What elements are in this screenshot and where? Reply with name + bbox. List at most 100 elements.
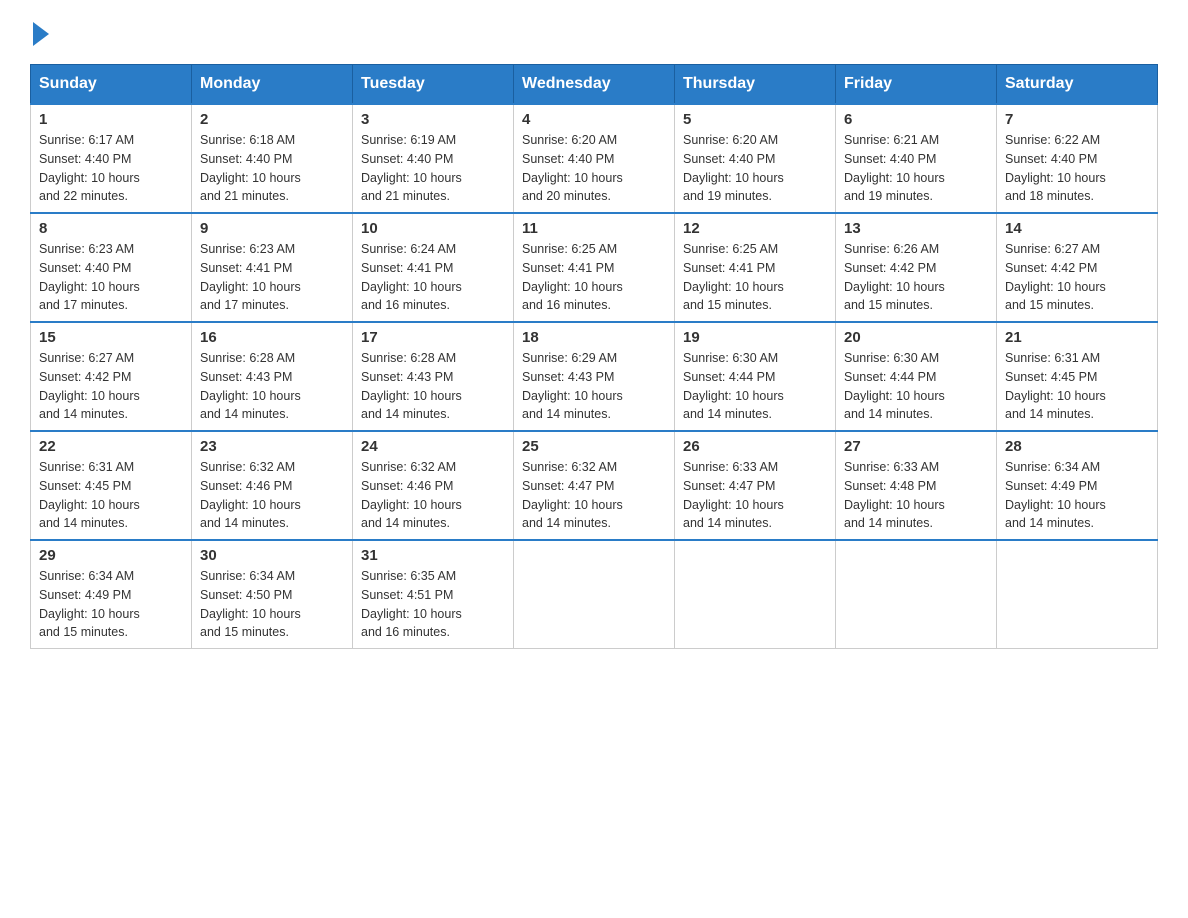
calendar-cell: 25 Sunrise: 6:32 AMSunset: 4:47 PMDaylig… <box>514 431 675 540</box>
calendar-cell: 1 Sunrise: 6:17 AMSunset: 4:40 PMDayligh… <box>31 104 192 213</box>
day-info: Sunrise: 6:35 AMSunset: 4:51 PMDaylight:… <box>361 567 505 642</box>
day-info: Sunrise: 6:32 AMSunset: 4:46 PMDaylight:… <box>200 458 344 533</box>
calendar-cell: 28 Sunrise: 6:34 AMSunset: 4:49 PMDaylig… <box>997 431 1158 540</box>
day-number: 5 <box>683 111 827 128</box>
day-info: Sunrise: 6:28 AMSunset: 4:43 PMDaylight:… <box>361 349 505 424</box>
calendar-cell: 13 Sunrise: 6:26 AMSunset: 4:42 PMDaylig… <box>836 213 997 322</box>
week-row-4: 22 Sunrise: 6:31 AMSunset: 4:45 PMDaylig… <box>31 431 1158 540</box>
week-row-3: 15 Sunrise: 6:27 AMSunset: 4:42 PMDaylig… <box>31 322 1158 431</box>
calendar-cell: 18 Sunrise: 6:29 AMSunset: 4:43 PMDaylig… <box>514 322 675 431</box>
day-number: 19 <box>683 329 827 346</box>
day-number: 9 <box>200 220 344 237</box>
calendar-cell: 4 Sunrise: 6:20 AMSunset: 4:40 PMDayligh… <box>514 104 675 213</box>
day-info: Sunrise: 6:32 AMSunset: 4:47 PMDaylight:… <box>522 458 666 533</box>
calendar-cell: 26 Sunrise: 6:33 AMSunset: 4:47 PMDaylig… <box>675 431 836 540</box>
day-info: Sunrise: 6:32 AMSunset: 4:46 PMDaylight:… <box>361 458 505 533</box>
day-number: 8 <box>39 220 183 237</box>
calendar-cell: 3 Sunrise: 6:19 AMSunset: 4:40 PMDayligh… <box>353 104 514 213</box>
day-info: Sunrise: 6:26 AMSunset: 4:42 PMDaylight:… <box>844 240 988 315</box>
calendar-cell: 7 Sunrise: 6:22 AMSunset: 4:40 PMDayligh… <box>997 104 1158 213</box>
day-info: Sunrise: 6:33 AMSunset: 4:48 PMDaylight:… <box>844 458 988 533</box>
day-info: Sunrise: 6:25 AMSunset: 4:41 PMDaylight:… <box>522 240 666 315</box>
day-number: 29 <box>39 547 183 564</box>
day-number: 21 <box>1005 329 1149 346</box>
calendar-cell <box>675 540 836 649</box>
calendar-cell: 10 Sunrise: 6:24 AMSunset: 4:41 PMDaylig… <box>353 213 514 322</box>
calendar-cell: 30 Sunrise: 6:34 AMSunset: 4:50 PMDaylig… <box>192 540 353 649</box>
logo-arrow-icon <box>33 22 49 46</box>
day-number: 16 <box>200 329 344 346</box>
day-number: 31 <box>361 547 505 564</box>
calendar-cell: 16 Sunrise: 6:28 AMSunset: 4:43 PMDaylig… <box>192 322 353 431</box>
calendar-cell <box>514 540 675 649</box>
day-number: 25 <box>522 438 666 455</box>
calendar-cell: 21 Sunrise: 6:31 AMSunset: 4:45 PMDaylig… <box>997 322 1158 431</box>
day-number: 14 <box>1005 220 1149 237</box>
day-info: Sunrise: 6:20 AMSunset: 4:40 PMDaylight:… <box>683 131 827 206</box>
calendar-cell: 24 Sunrise: 6:32 AMSunset: 4:46 PMDaylig… <box>353 431 514 540</box>
calendar-cell: 23 Sunrise: 6:32 AMSunset: 4:46 PMDaylig… <box>192 431 353 540</box>
calendar-cell <box>997 540 1158 649</box>
page-header <box>30 20 1158 44</box>
day-number: 28 <box>1005 438 1149 455</box>
days-header-row: SundayMondayTuesdayWednesdayThursdayFrid… <box>31 65 1158 105</box>
calendar-cell: 5 Sunrise: 6:20 AMSunset: 4:40 PMDayligh… <box>675 104 836 213</box>
day-number: 27 <box>844 438 988 455</box>
day-number: 22 <box>39 438 183 455</box>
day-number: 15 <box>39 329 183 346</box>
calendar-cell: 9 Sunrise: 6:23 AMSunset: 4:41 PMDayligh… <box>192 213 353 322</box>
calendar-cell: 17 Sunrise: 6:28 AMSunset: 4:43 PMDaylig… <box>353 322 514 431</box>
day-info: Sunrise: 6:23 AMSunset: 4:41 PMDaylight:… <box>200 240 344 315</box>
day-info: Sunrise: 6:27 AMSunset: 4:42 PMDaylight:… <box>39 349 183 424</box>
day-header-sunday: Sunday <box>31 65 192 105</box>
calendar-cell: 20 Sunrise: 6:30 AMSunset: 4:44 PMDaylig… <box>836 322 997 431</box>
day-info: Sunrise: 6:24 AMSunset: 4:41 PMDaylight:… <box>361 240 505 315</box>
day-info: Sunrise: 6:21 AMSunset: 4:40 PMDaylight:… <box>844 131 988 206</box>
day-header-wednesday: Wednesday <box>514 65 675 105</box>
day-header-friday: Friday <box>836 65 997 105</box>
day-header-thursday: Thursday <box>675 65 836 105</box>
day-info: Sunrise: 6:25 AMSunset: 4:41 PMDaylight:… <box>683 240 827 315</box>
day-number: 13 <box>844 220 988 237</box>
day-info: Sunrise: 6:28 AMSunset: 4:43 PMDaylight:… <box>200 349 344 424</box>
day-info: Sunrise: 6:19 AMSunset: 4:40 PMDaylight:… <box>361 131 505 206</box>
calendar-cell: 14 Sunrise: 6:27 AMSunset: 4:42 PMDaylig… <box>997 213 1158 322</box>
calendar-cell: 2 Sunrise: 6:18 AMSunset: 4:40 PMDayligh… <box>192 104 353 213</box>
day-info: Sunrise: 6:30 AMSunset: 4:44 PMDaylight:… <box>683 349 827 424</box>
day-header-saturday: Saturday <box>997 65 1158 105</box>
day-info: Sunrise: 6:22 AMSunset: 4:40 PMDaylight:… <box>1005 131 1149 206</box>
calendar-table: SundayMondayTuesdayWednesdayThursdayFrid… <box>30 64 1158 649</box>
calendar-cell: 11 Sunrise: 6:25 AMSunset: 4:41 PMDaylig… <box>514 213 675 322</box>
day-number: 26 <box>683 438 827 455</box>
day-number: 20 <box>844 329 988 346</box>
day-info: Sunrise: 6:34 AMSunset: 4:49 PMDaylight:… <box>39 567 183 642</box>
day-number: 18 <box>522 329 666 346</box>
day-info: Sunrise: 6:34 AMSunset: 4:49 PMDaylight:… <box>1005 458 1149 533</box>
day-info: Sunrise: 6:31 AMSunset: 4:45 PMDaylight:… <box>39 458 183 533</box>
calendar-cell: 31 Sunrise: 6:35 AMSunset: 4:51 PMDaylig… <box>353 540 514 649</box>
day-info: Sunrise: 6:29 AMSunset: 4:43 PMDaylight:… <box>522 349 666 424</box>
day-info: Sunrise: 6:18 AMSunset: 4:40 PMDaylight:… <box>200 131 344 206</box>
day-number: 1 <box>39 111 183 128</box>
calendar-cell: 15 Sunrise: 6:27 AMSunset: 4:42 PMDaylig… <box>31 322 192 431</box>
calendar-cell: 12 Sunrise: 6:25 AMSunset: 4:41 PMDaylig… <box>675 213 836 322</box>
day-number: 17 <box>361 329 505 346</box>
week-row-2: 8 Sunrise: 6:23 AMSunset: 4:40 PMDayligh… <box>31 213 1158 322</box>
calendar-cell: 29 Sunrise: 6:34 AMSunset: 4:49 PMDaylig… <box>31 540 192 649</box>
week-row-5: 29 Sunrise: 6:34 AMSunset: 4:49 PMDaylig… <box>31 540 1158 649</box>
day-number: 2 <box>200 111 344 128</box>
calendar-cell: 27 Sunrise: 6:33 AMSunset: 4:48 PMDaylig… <box>836 431 997 540</box>
day-info: Sunrise: 6:34 AMSunset: 4:50 PMDaylight:… <box>200 567 344 642</box>
day-info: Sunrise: 6:27 AMSunset: 4:42 PMDaylight:… <box>1005 240 1149 315</box>
day-number: 7 <box>1005 111 1149 128</box>
day-info: Sunrise: 6:23 AMSunset: 4:40 PMDaylight:… <box>39 240 183 315</box>
day-number: 23 <box>200 438 344 455</box>
day-number: 3 <box>361 111 505 128</box>
calendar-cell: 19 Sunrise: 6:30 AMSunset: 4:44 PMDaylig… <box>675 322 836 431</box>
day-info: Sunrise: 6:30 AMSunset: 4:44 PMDaylight:… <box>844 349 988 424</box>
day-info: Sunrise: 6:33 AMSunset: 4:47 PMDaylight:… <box>683 458 827 533</box>
calendar-cell <box>836 540 997 649</box>
week-row-1: 1 Sunrise: 6:17 AMSunset: 4:40 PMDayligh… <box>31 104 1158 213</box>
day-number: 6 <box>844 111 988 128</box>
calendar-cell: 22 Sunrise: 6:31 AMSunset: 4:45 PMDaylig… <box>31 431 192 540</box>
